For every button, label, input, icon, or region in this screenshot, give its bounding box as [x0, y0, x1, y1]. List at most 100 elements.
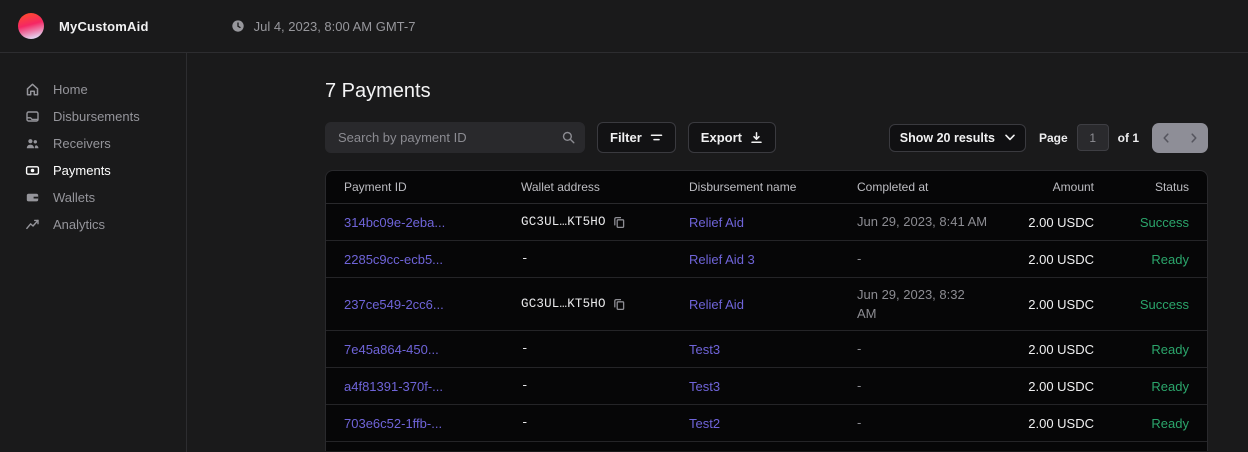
disbursement-link[interactable]: Test3 — [689, 379, 857, 394]
receivers-icon — [25, 136, 40, 151]
page-of-total: of 1 — [1118, 131, 1139, 145]
chevron-right-icon — [1190, 133, 1198, 143]
pagination — [1152, 123, 1208, 153]
sidebar-item-label: Payments — [53, 163, 111, 178]
column-header-amount: Amount — [997, 180, 1094, 194]
current-datetime-text: Jul 4, 2023, 8:00 AM GMT-7 — [254, 19, 416, 34]
table-row[interactable]: 2285c9cc-ecb5... - Relief Aid 3 - 2.00 U… — [326, 241, 1207, 278]
wallet-address: - — [521, 342, 529, 356]
brand-logo-icon — [18, 13, 44, 39]
download-icon — [750, 131, 763, 144]
wallet-address: - — [521, 252, 529, 266]
results-per-page-select[interactable]: Show 20 results — [889, 124, 1026, 152]
sidebar: Home Disbursements Receivers — [0, 53, 187, 452]
table-row — [326, 442, 1207, 451]
amount: 2.00 USDC — [997, 297, 1094, 312]
brand-name: MyCustomAid — [59, 19, 149, 34]
status-badge: Success — [1094, 297, 1189, 312]
table-row[interactable]: a4f81391-370f-... - Test3 - 2.00 USDC Re… — [326, 368, 1207, 405]
wallet-address-cell: - — [521, 342, 689, 356]
sidebar-item-label: Analytics — [53, 217, 105, 232]
current-datetime: Jul 4, 2023, 8:00 AM GMT-7 — [231, 19, 416, 34]
column-header-completed-at: Completed at — [857, 180, 997, 194]
home-icon — [25, 82, 40, 97]
copy-icon[interactable] — [613, 298, 625, 311]
search-input[interactable] — [325, 122, 585, 153]
completed-at: Jun 29, 2023, 8:32 AM — [857, 285, 969, 324]
toolbar: Filter Export Show 20 r — [325, 122, 1208, 153]
wallet-address-cell: - — [521, 252, 689, 266]
column-header-status: Status — [1094, 180, 1189, 194]
results-per-page-value: Show 20 results — [900, 131, 995, 145]
search-icon — [562, 131, 575, 144]
status-badge: Success — [1094, 215, 1189, 230]
main-content: 7 Payments Filter — [187, 53, 1248, 452]
sidebar-item-analytics[interactable]: Analytics — [0, 211, 186, 238]
completed-at: Jun 29, 2023, 8:41 AM — [857, 212, 997, 232]
filter-button[interactable]: Filter — [597, 122, 676, 153]
wallet-address: GC3UL…KT5HO — [521, 215, 606, 229]
status-badge: Ready — [1094, 252, 1189, 267]
table-row[interactable]: 703e6c52-1ffb-... - Test2 - 2.00 USDC Re… — [326, 405, 1207, 442]
disbursement-link[interactable]: Test3 — [689, 342, 857, 357]
next-page-button[interactable] — [1180, 123, 1208, 153]
analytics-icon — [25, 217, 40, 232]
payment-id-link[interactable]: 237ce549-2cc6... — [344, 297, 521, 312]
export-button-label: Export — [701, 130, 742, 145]
chevron-down-icon — [1005, 134, 1015, 141]
disbursement-link[interactable]: Test2 — [689, 416, 857, 431]
topbar: MyCustomAid Jul 4, 2023, 8:00 AM GMT-7 — [0, 0, 1248, 53]
completed-at: - — [857, 376, 997, 396]
disbursement-link[interactable]: Relief Aid — [689, 297, 857, 312]
sidebar-item-wallets[interactable]: Wallets — [0, 184, 186, 211]
amount: 2.00 USDC — [997, 342, 1094, 357]
wallet-address-cell: - — [521, 416, 689, 430]
page-input[interactable] — [1077, 124, 1109, 151]
wallet-address-cell: GC3UL…KT5HO — [521, 215, 689, 229]
completed-at: - — [857, 249, 997, 269]
amount: 2.00 USDC — [997, 416, 1094, 431]
amount: 2.00 USDC — [997, 252, 1094, 267]
amount: 2.00 USDC — [997, 379, 1094, 394]
filter-button-label: Filter — [610, 130, 642, 145]
payment-id-link[interactable]: 703e6c52-1ffb-... — [344, 416, 521, 431]
completed-at: - — [857, 413, 997, 433]
sidebar-item-payments[interactable]: Payments — [0, 157, 186, 184]
payment-id-link[interactable]: 2285c9cc-ecb5... — [344, 252, 521, 267]
filter-icon — [650, 131, 663, 144]
app-root: MyCustomAid Jul 4, 2023, 8:00 AM GMT-7 H… — [0, 0, 1248, 452]
column-header-wallet-address: Wallet address — [521, 180, 689, 194]
status-badge: Ready — [1094, 379, 1189, 394]
payment-id-link[interactable]: a4f81391-370f-... — [344, 379, 521, 394]
sidebar-item-home[interactable]: Home — [0, 76, 186, 103]
wallet-address: - — [521, 416, 529, 430]
wallet-address: - — [521, 379, 529, 393]
disbursement-link[interactable]: Relief Aid 3 — [689, 252, 857, 267]
disbursement-link[interactable]: Relief Aid — [689, 215, 857, 230]
sidebar-item-label: Receivers — [53, 136, 111, 151]
wallet-address: GC3UL…KT5HO — [521, 297, 606, 311]
wallets-icon — [25, 190, 40, 205]
table-header: Payment ID Wallet address Disbursement n… — [326, 171, 1207, 204]
page-label: Page — [1039, 131, 1068, 145]
table-row[interactable]: 7e45a864-450... - Test3 - 2.00 USDC Read… — [326, 331, 1207, 368]
table-row[interactable]: 314bc09e-2eba... GC3UL…KT5HO Relief Aid … — [326, 204, 1207, 241]
clock-icon — [231, 19, 245, 33]
prev-page-button[interactable] — [1152, 123, 1180, 153]
wallet-address-cell: - — [521, 379, 689, 393]
sidebar-item-disbursements[interactable]: Disbursements — [0, 103, 186, 130]
completed-at: - — [857, 339, 997, 359]
export-button[interactable]: Export — [688, 122, 776, 153]
payment-id-link[interactable]: 314bc09e-2eba... — [344, 215, 521, 230]
payments-icon — [25, 163, 40, 178]
status-badge: Ready — [1094, 342, 1189, 357]
copy-icon[interactable] — [613, 216, 625, 229]
table-row[interactable]: 237ce549-2cc6... GC3UL…KT5HO Relief Aid … — [326, 278, 1207, 331]
payments-table: Payment ID Wallet address Disbursement n… — [325, 170, 1208, 451]
page-title: 7 Payments — [325, 79, 1207, 104]
shell: Home Disbursements Receivers — [0, 53, 1248, 452]
sidebar-item-receivers[interactable]: Receivers — [0, 130, 186, 157]
status-badge: Ready — [1094, 416, 1189, 431]
amount: 2.00 USDC — [997, 215, 1094, 230]
payment-id-link[interactable]: 7e45a864-450... — [344, 342, 521, 357]
